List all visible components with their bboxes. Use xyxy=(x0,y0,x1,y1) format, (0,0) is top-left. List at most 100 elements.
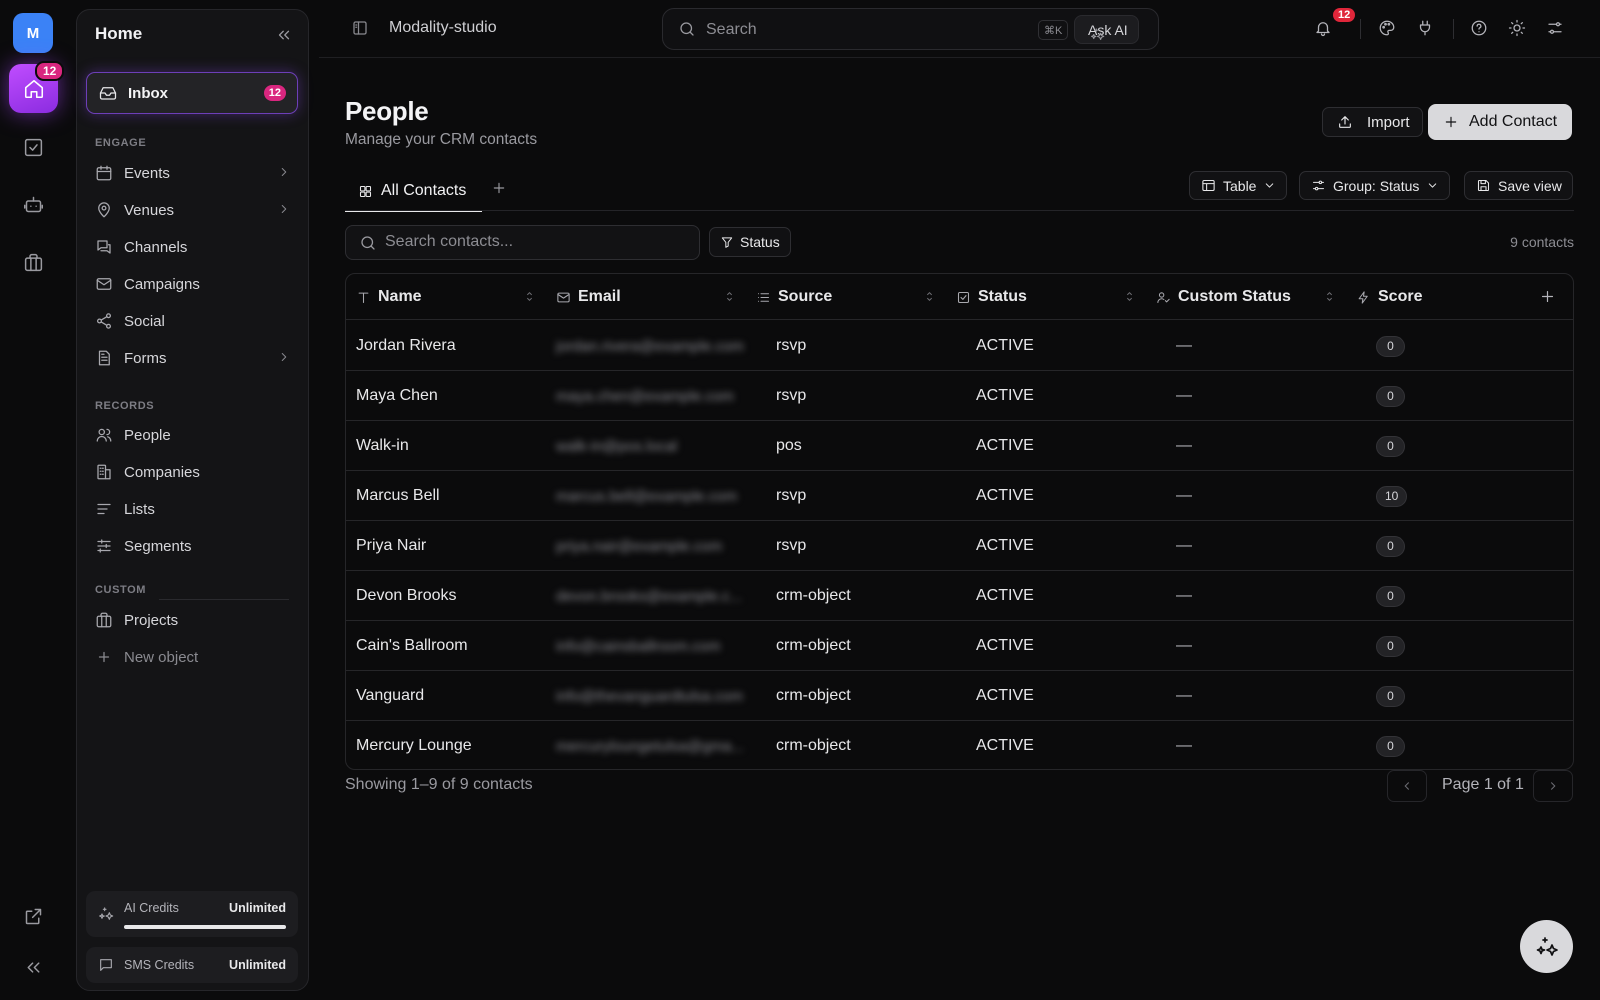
add-tab-button[interactable] xyxy=(491,180,507,196)
theme-toggle-button[interactable] xyxy=(1508,19,1526,37)
sidebar-item-label: Forms xyxy=(124,349,167,367)
sidebar-item-forms[interactable]: Forms xyxy=(95,345,291,371)
sort-icon[interactable] xyxy=(1323,289,1336,304)
cell-status: ACTIVE xyxy=(976,587,1034,604)
rail-tasks-button[interactable] xyxy=(21,135,45,159)
upload-icon xyxy=(1337,114,1353,130)
table-row[interactable]: Mercury Lounge mercuryloungetulsa@gma... c… xyxy=(346,721,1573,769)
column-header-name[interactable]: Name xyxy=(356,274,546,320)
ask-ai-button[interactable]: Ask AI xyxy=(1074,15,1139,44)
workspace-name[interactable]: Modality-studio xyxy=(389,19,497,37)
sidebar-item-lists[interactable]: Lists xyxy=(95,496,291,522)
sort-icon[interactable] xyxy=(523,289,536,304)
workspace-avatar[interactable]: M xyxy=(13,13,53,53)
prev-page-button[interactable] xyxy=(1387,770,1427,802)
table-row[interactable]: Devon Brooks devon.brooks@example.c... crm… xyxy=(346,571,1573,621)
sidebar-item-label: Social xyxy=(124,312,165,330)
sidebar-item-segments[interactable]: Segments xyxy=(95,533,291,559)
table-row[interactable]: Vanguard info@thevanguardtulsa.com crm-obj… xyxy=(346,671,1573,721)
building-icon xyxy=(95,463,113,481)
table-icon xyxy=(1201,178,1216,193)
save-view-button[interactable]: Save view xyxy=(1464,171,1573,200)
ai-credits-card: AI Credits Unlimited xyxy=(86,891,298,937)
cell-custom-status: — xyxy=(1176,387,1192,404)
toggle-sidebar-button[interactable] xyxy=(351,19,369,37)
table-row[interactable]: Jordan Rivera jordan.rivera@example.com rs… xyxy=(346,321,1573,371)
view-type-dropdown[interactable]: Table xyxy=(1189,171,1288,200)
cell-score: 0 xyxy=(1376,621,1526,671)
sidebar-item-channels[interactable]: Channels xyxy=(95,234,291,260)
column-header-source[interactable]: Source xyxy=(756,274,946,320)
sidebar-collapse-button[interactable] xyxy=(275,26,293,44)
table-row[interactable]: Priya Nair priya.nair@example.com rsvp ACTI… xyxy=(346,521,1573,571)
cell-source: pos xyxy=(776,437,802,454)
column-header-custom-status[interactable]: Custom Status xyxy=(1156,274,1346,320)
column-header-email[interactable]: Email xyxy=(556,274,746,320)
pagination-summary: Showing 1–9 of 9 contacts xyxy=(345,776,533,793)
sort-icon[interactable] xyxy=(923,289,936,304)
sort-icon[interactable] xyxy=(723,289,736,304)
divider xyxy=(1453,19,1454,39)
sidebar-item-projects[interactable]: Projects xyxy=(95,607,291,633)
sidebar-item-label: Companies xyxy=(124,463,200,481)
ai-assistant-button[interactable] xyxy=(1520,920,1573,973)
add-contact-button[interactable]: Add Contact xyxy=(1428,104,1573,140)
score-badge: 0 xyxy=(1376,385,1405,407)
status-filter-button[interactable]: Status xyxy=(709,227,791,257)
table-row[interactable]: Walk-in walk-in@pos.local pos ACTIVE — 0 xyxy=(346,421,1573,471)
settings-button[interactable] xyxy=(1546,19,1564,37)
column-header-label: Source xyxy=(778,288,833,305)
next-page-button[interactable] xyxy=(1533,770,1573,802)
search-shortcut: ⌘K xyxy=(1038,20,1069,40)
import-button[interactable]: Import xyxy=(1322,107,1423,137)
rail-bot-button[interactable] xyxy=(21,192,45,216)
contact-count: 9 contacts xyxy=(1510,234,1574,250)
table-row[interactable]: Marcus Bell marcus.bell@example.com rsvp AC… xyxy=(346,471,1573,521)
divider xyxy=(1360,19,1361,39)
add-column-button[interactable] xyxy=(1539,288,1556,305)
group-by-dropdown[interactable]: Group: Status xyxy=(1299,171,1451,200)
rail-collapse-button[interactable] xyxy=(21,955,45,979)
page-indicator: Page 1 of 1 xyxy=(1442,776,1524,793)
sidebar-item-people[interactable]: People xyxy=(95,422,291,448)
section-divider xyxy=(159,599,289,600)
global-search[interactable]: Search ⌘K Ask AI xyxy=(662,8,1159,50)
message-square-icon xyxy=(98,957,114,973)
sidebar-item-label: Inbox xyxy=(128,84,168,102)
cell-score: 0 xyxy=(1376,521,1526,571)
sidebar-item-social[interactable]: Social xyxy=(95,308,291,334)
palette-icon xyxy=(1378,19,1396,37)
column-header-score[interactable]: Score xyxy=(1356,274,1526,320)
score-badge: 0 xyxy=(1376,685,1405,707)
help-button[interactable] xyxy=(1470,19,1488,37)
group-by-label: Group: Status xyxy=(1333,177,1420,194)
section-label-custom: CUSTOM xyxy=(95,584,147,596)
table-row[interactable]: Cain's Ballroom info@cainsballroom.com crm… xyxy=(346,621,1573,671)
view-type-label: Table xyxy=(1223,177,1257,194)
sidebar-item-companies[interactable]: Companies xyxy=(95,459,291,485)
cell-email: walk-in@pos.local xyxy=(556,437,678,455)
sidebar-item-campaigns[interactable]: Campaigns xyxy=(95,271,291,297)
external-link-icon xyxy=(23,906,44,927)
rail-external-link-button[interactable] xyxy=(21,904,45,928)
rail-briefcase-button[interactable] xyxy=(21,250,45,274)
cell-custom-status: — xyxy=(1176,737,1192,754)
page-subtitle: Manage your CRM contacts xyxy=(345,131,538,148)
cell-score: 0 xyxy=(1376,671,1526,721)
column-header-status[interactable]: Status xyxy=(956,274,1146,320)
table-row[interactable]: Maya Chen maya.chen@example.com rsvp ACTIVE… xyxy=(346,371,1573,421)
sidebar-item-inbox[interactable]: Inbox 12 xyxy=(86,72,298,114)
notifications-button[interactable] xyxy=(1314,19,1332,37)
integrations-button[interactable] xyxy=(1416,19,1434,37)
sort-icon[interactable] xyxy=(1123,289,1136,304)
calendar-icon xyxy=(95,164,113,182)
sidebar-item-new-object[interactable]: New object xyxy=(95,644,291,670)
sidebar-item-venues[interactable]: Venues xyxy=(95,197,291,223)
credit-value: Unlimited xyxy=(229,901,286,915)
section-label-records: RECORDS xyxy=(95,400,155,412)
tab-all-contacts[interactable]: All Contacts xyxy=(345,172,482,212)
search-contacts-input[interactable] xyxy=(385,233,685,251)
top-bar: Modality-studio Search ⌘K Ask AI 12 xyxy=(319,0,1600,58)
theme-palette-button[interactable] xyxy=(1378,19,1396,37)
sidebar-item-events[interactable]: Events xyxy=(95,160,291,186)
